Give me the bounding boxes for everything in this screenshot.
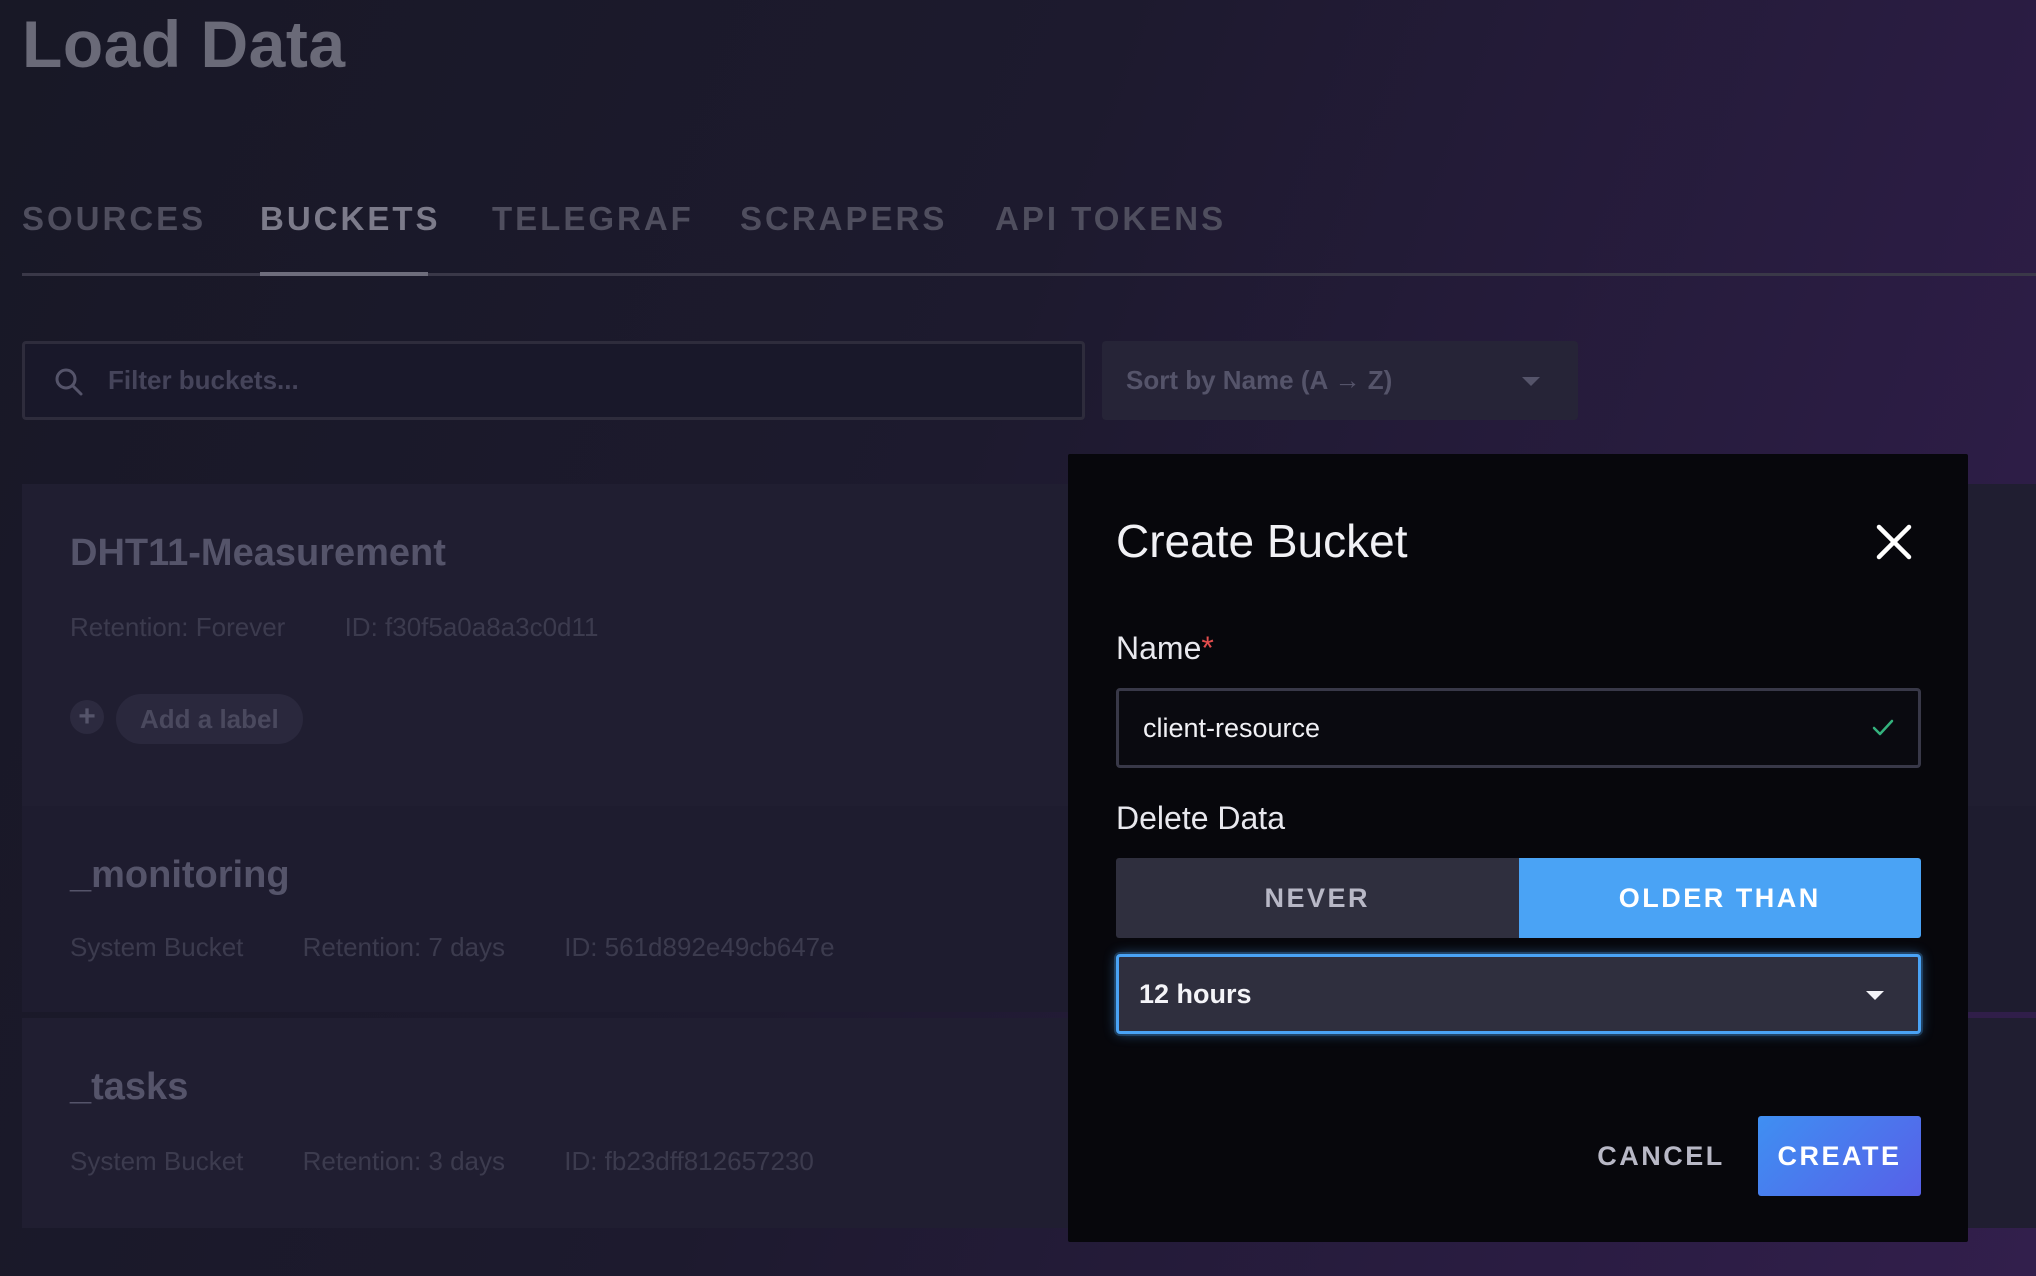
bucket-name[interactable]: _tasks — [70, 1066, 188, 1109]
tab-bar: SOURCES BUCKETS TELEGRAF SCRAPERS API TO… — [22, 196, 2036, 276]
bucket-retention: Retention: 3 days — [302, 1146, 505, 1176]
caret-down-icon — [1866, 991, 1884, 1000]
bucket-name-input[interactable] — [1143, 691, 1843, 765]
filter-buckets-input[interactable] — [108, 344, 1008, 417]
bucket-name-field[interactable] — [1116, 688, 1921, 768]
older-than-option[interactable]: OLDER THAN — [1518, 858, 1921, 938]
bucket-id: ID: 561d892e49cb647e — [564, 932, 835, 962]
search-icon — [55, 368, 83, 396]
tab-api-tokens[interactable]: API TOKENS — [995, 196, 1226, 276]
retention-duration-value: 12 hours — [1139, 979, 1252, 1009]
sort-dropdown[interactable]: Sort by Name (A → Z) — [1102, 341, 1578, 420]
tab-sources[interactable]: SOURCES — [22, 196, 206, 276]
delete-data-toggle: NEVER OLDER THAN — [1116, 858, 1921, 938]
caret-down-icon — [1522, 377, 1540, 386]
bucket-meta: Retention: Forever ID: f30f5a0a8a3c0d11 — [70, 612, 651, 643]
never-option[interactable]: NEVER — [1116, 858, 1519, 938]
bucket-name[interactable]: _monitoring — [70, 854, 290, 897]
bucket-name[interactable]: DHT11-Measurement — [70, 532, 446, 575]
bucket-id: ID: f30f5a0a8a3c0d11 — [344, 612, 599, 642]
plus-icon[interactable]: + — [70, 700, 104, 734]
tab-scrapers[interactable]: SCRAPERS — [740, 196, 947, 276]
name-label-text: Name — [1116, 630, 1202, 666]
tab-buckets[interactable]: BUCKETS — [260, 196, 441, 276]
bucket-meta: System Bucket Retention: 3 days ID: fb23… — [70, 1146, 866, 1177]
close-icon[interactable] — [1874, 522, 1914, 562]
delete-data-label: Delete Data — [1116, 800, 1285, 836]
bucket-retention: Retention: Forever — [70, 612, 286, 642]
cancel-button[interactable]: CANCEL — [1596, 1116, 1726, 1196]
retention-duration-dropdown[interactable]: 12 hours — [1116, 954, 1921, 1034]
bucket-id: ID: fb23dff812657230 — [564, 1146, 814, 1176]
bucket-system-tag: System Bucket — [70, 932, 244, 962]
required-mark: * — [1201, 630, 1214, 666]
filter-buckets-field[interactable] — [22, 341, 1085, 420]
create-bucket-dialog: Create Bucket Name* Delete Data NEVER OL… — [1068, 454, 1968, 1242]
add-label-button[interactable]: Add a label — [116, 694, 303, 744]
name-field-label: Name* — [1116, 630, 1214, 667]
tab-telegraf[interactable]: TELEGRAF — [492, 196, 694, 276]
dialog-title: Create Bucket — [1116, 515, 1408, 567]
bucket-meta: System Bucket Retention: 7 days ID: 561d… — [70, 932, 887, 963]
bucket-retention: Retention: 7 days — [302, 932, 505, 962]
sort-dropdown-label: Sort by Name (A → Z) — [1126, 365, 1393, 395]
active-tab-indicator — [260, 272, 428, 276]
check-icon — [1872, 719, 1894, 736]
page-title: Load Data — [22, 7, 346, 81]
create-button[interactable]: CREATE — [1758, 1116, 1921, 1196]
bucket-system-tag: System Bucket — [70, 1146, 244, 1176]
